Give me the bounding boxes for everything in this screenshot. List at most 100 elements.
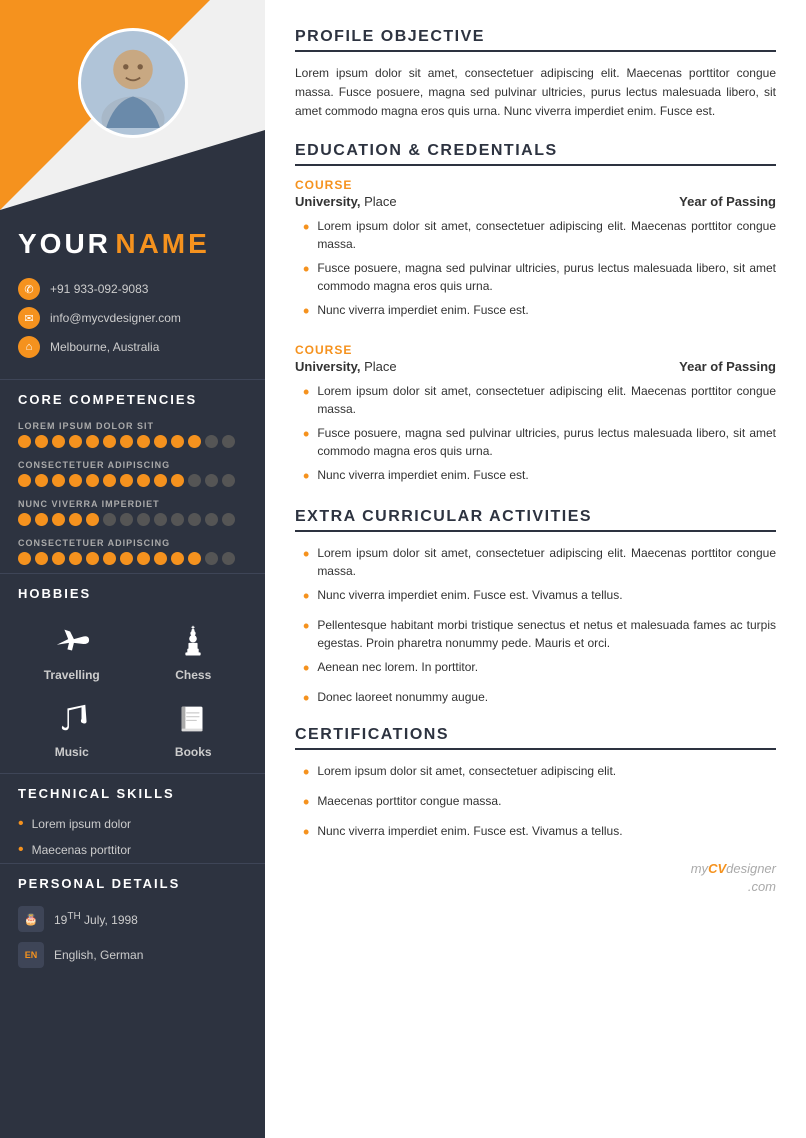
dot	[69, 474, 82, 487]
contact-phone: ✆ +91 933-092-9083	[18, 278, 247, 300]
university-name-1: University, Place	[295, 194, 397, 209]
personal-title: PERSONAL DETAILS	[0, 863, 265, 901]
bullet-item: • Pellentesque habitant morbi tristique …	[303, 616, 776, 652]
location-icon: ⌂	[18, 336, 40, 358]
dot	[120, 513, 133, 526]
competency-item: LOREM IPSUM DOLOR SIT	[0, 417, 265, 456]
bullet-dot: •	[303, 759, 309, 786]
dot	[103, 474, 116, 487]
bullet-dot: •	[303, 421, 309, 448]
edu-bullets-2: • Lorem ipsum dolor sit amet, consectetu…	[303, 382, 776, 490]
dot	[154, 552, 167, 565]
dot	[86, 513, 99, 526]
profile-text: Lorem ipsum dolor sit amet, consectetuer…	[295, 64, 776, 122]
chess-icon	[171, 619, 215, 663]
bullet-dot: •	[303, 214, 309, 241]
dot	[18, 435, 31, 448]
main-content: PROFILE OBJECTIVE Lorem ipsum dolor sit …	[265, 0, 806, 1138]
dots-row	[18, 552, 247, 565]
dot	[35, 552, 48, 565]
competencies-list: LOREM IPSUM DOLOR SIT CONSECTETUER ADIPI…	[0, 417, 265, 573]
dot	[205, 513, 218, 526]
bullet-item: • Fusce posuere, magna sed pulvinar ultr…	[303, 259, 776, 295]
email-text: info@mycvdesigner.com	[50, 311, 181, 325]
bullet-dot: •	[303, 298, 309, 325]
dot	[171, 435, 184, 448]
book-icon	[171, 696, 215, 740]
bullet-dot: •	[303, 789, 309, 816]
hobbies-grid: Travelling Chess	[0, 611, 265, 773]
bullet-text: Nunc viverra imperdiet enim. Fusce est. …	[317, 586, 622, 604]
music-icon	[50, 696, 94, 740]
bullet-text: Fusce posuere, magna sed pulvinar ultric…	[317, 259, 776, 295]
cert-bullets: • Lorem ipsum dolor sit amet, consectetu…	[303, 762, 776, 846]
dot	[86, 552, 99, 565]
bullet-dot: •	[303, 655, 309, 682]
competencies-title: CORE COMPETENCIES	[0, 379, 265, 417]
dot	[137, 552, 150, 565]
bullet-dot: •	[303, 819, 309, 846]
bullet-item: • Lorem ipsum dolor sit amet, consectetu…	[303, 217, 776, 253]
university-row-1: University, Place Year of Passing	[295, 194, 776, 209]
dot	[222, 552, 235, 565]
extra-bullets: • Lorem ipsum dolor sit amet, consectetu…	[303, 544, 776, 712]
dot	[69, 435, 82, 448]
bullet-dot: •	[303, 541, 309, 568]
bullet-item: • Lorem ipsum dolor sit amet, consectetu…	[303, 544, 776, 580]
bullet-text: Lorem ipsum dolor sit amet, consectetuer…	[317, 382, 776, 418]
dot	[171, 552, 184, 565]
dot	[137, 435, 150, 448]
dots-row	[18, 513, 247, 526]
dot	[188, 552, 201, 565]
bullet-item: • Maecenas porttitor congue massa.	[303, 792, 776, 816]
plane-icon	[50, 619, 94, 663]
contact-section: ✆ +91 933-092-9083 ✉ info@mycvdesigner.c…	[0, 272, 265, 379]
dot	[222, 474, 235, 487]
dot	[120, 552, 133, 565]
profile-photo	[78, 28, 188, 138]
dot	[18, 552, 31, 565]
hobby-books: Books	[140, 696, 248, 759]
bullet-item: • Fusce posuere, magna sed pulvinar ultr…	[303, 424, 776, 460]
dot	[52, 474, 65, 487]
bullet-dot: •	[303, 463, 309, 490]
competency-item: CONSECTETUER ADIPISCING	[0, 534, 265, 573]
sidebar-top	[0, 0, 265, 210]
location-text: Melbourne, Australia	[50, 340, 159, 354]
dot	[18, 474, 31, 487]
bullet-icon: •	[18, 815, 24, 833]
dot	[35, 474, 48, 487]
year-label-2: Year of Passing	[679, 359, 776, 374]
bullet-dot: •	[303, 583, 309, 610]
dot	[154, 513, 167, 526]
bullet-item: • Lorem ipsum dolor sit amet, consectetu…	[303, 382, 776, 418]
dot	[103, 435, 116, 448]
dot	[188, 513, 201, 526]
competency-label: CONSECTETUER ADIPISCING	[18, 538, 247, 548]
hobby-label: Books	[175, 745, 212, 759]
hobby-chess: Chess	[140, 619, 248, 682]
bullet-text: Lorem ipsum dolor sit amet, consectetuer…	[317, 217, 776, 253]
bullet-item: • Donec laoreet nonummy augue.	[303, 688, 776, 712]
skill-text: Lorem ipsum dolor	[32, 817, 131, 831]
dot	[103, 552, 116, 565]
dots-row	[18, 435, 247, 448]
bullet-item: • Nunc viverra imperdiet enim. Fusce est…	[303, 301, 776, 325]
university-row-2: University, Place Year of Passing	[295, 359, 776, 374]
contact-location: ⌂ Melbourne, Australia	[18, 336, 247, 358]
name-section: YOUR NAME	[0, 210, 265, 272]
dot	[35, 513, 48, 526]
bullet-item: • Nunc viverra imperdiet enim. Fusce est…	[303, 822, 776, 846]
dot	[205, 435, 218, 448]
skill-item: • Maecenas porttitor	[0, 837, 265, 863]
bullet-item: • Nunc viverra imperdiet enim. Fusce est…	[303, 466, 776, 490]
name-part1: YOUR	[18, 228, 111, 259]
hobbies-title: HOBBIES	[0, 573, 265, 611]
personal-dob: 🎂 19TH July, 1998	[0, 901, 265, 937]
dot	[86, 474, 99, 487]
hobby-label: Travelling	[44, 668, 100, 682]
course-label-1: COURSE	[295, 178, 776, 192]
phone-text: +91 933-092-9083	[50, 282, 148, 296]
edu-bullets-1: • Lorem ipsum dolor sit amet, consectetu…	[303, 217, 776, 325]
year-label-1: Year of Passing	[679, 194, 776, 209]
